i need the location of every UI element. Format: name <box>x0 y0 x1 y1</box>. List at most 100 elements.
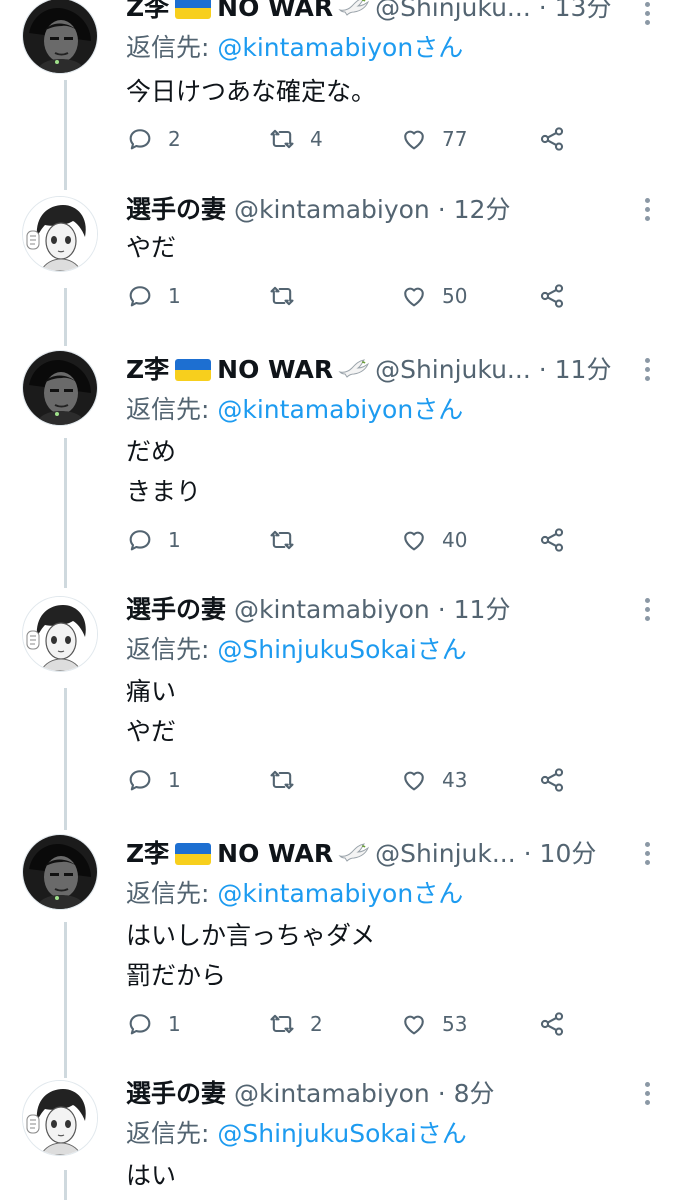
reply-to-link[interactable]: @ShinjukuSokaiさん <box>217 1119 466 1148</box>
reply-button[interactable]: 2 <box>126 122 181 156</box>
avatar[interactable] <box>22 1080 98 1156</box>
tweet-header: 選手の妻 @kintamabiyon · 12分 <box>126 190 619 230</box>
display-name[interactable]: Z李 <box>126 839 169 868</box>
reply-count: 1 <box>168 1012 181 1036</box>
tweet-text: 痛い やだ <box>126 677 177 746</box>
share-icon <box>538 282 566 310</box>
share-button[interactable] <box>538 1007 580 1041</box>
timestamp[interactable]: · 10分 <box>524 839 597 868</box>
timestamp[interactable]: · 11分 <box>539 355 612 384</box>
reply-icon <box>126 125 154 153</box>
like-button[interactable]: 43 <box>400 763 467 797</box>
display-name[interactable]: 選手の妻 <box>126 195 226 224</box>
reply-button[interactable]: 1 <box>126 523 181 557</box>
avatar[interactable] <box>22 0 98 74</box>
retweet-button[interactable] <box>268 279 310 313</box>
share-button[interactable] <box>538 763 580 797</box>
retweet-button[interactable] <box>268 523 310 557</box>
more-vertical-icon[interactable] <box>645 842 651 868</box>
thread-line <box>64 688 67 830</box>
reply-icon <box>126 1010 154 1038</box>
handle[interactable]: @Shinjuku... <box>375 355 531 384</box>
reply-to: 返信先: @ShinjukuSokaiさん <box>126 1114 467 1154</box>
reply-to-link[interactable]: @kintamabiyonさん <box>217 33 463 62</box>
ukraine-flag-icon <box>175 0 212 19</box>
tweet-actions: 2 4 77 <box>126 122 586 156</box>
more-vertical-icon[interactable] <box>645 198 651 224</box>
handle[interactable]: @Shinjuku... <box>375 0 531 22</box>
reply-count: 1 <box>168 768 181 792</box>
like-count: 40 <box>442 528 468 552</box>
thread-line <box>64 438 67 588</box>
timestamp[interactable]: · 11分 <box>438 595 511 624</box>
tweet-header: Z李 NO WAR @Shinjuku... · 11分 <box>126 350 619 390</box>
reply-button[interactable]: 1 <box>126 763 181 797</box>
more-vertical-icon[interactable] <box>645 358 651 384</box>
ukraine-flag-icon <box>175 843 212 865</box>
share-button[interactable] <box>538 122 580 156</box>
heart-icon <box>400 526 428 554</box>
handle[interactable]: @kintamabiyon <box>234 195 430 224</box>
tweet-text: はい <box>126 1161 177 1190</box>
thread-line <box>64 80 67 190</box>
timestamp[interactable]: · 13分 <box>539 0 612 22</box>
display-name[interactable]: Z李 <box>126 0 169 22</box>
reply-count: 1 <box>168 284 181 308</box>
avatar[interactable] <box>22 196 98 272</box>
dove-icon <box>337 356 371 382</box>
tweet-text: やだ <box>126 233 177 262</box>
retweet-icon <box>268 1010 296 1038</box>
avatar[interactable] <box>22 834 98 910</box>
reply-to-link[interactable]: @ShinjukuSokaiさん <box>217 635 466 664</box>
timestamp[interactable]: · 8分 <box>438 1079 495 1108</box>
display-name[interactable]: 選手の妻 <box>126 1079 226 1108</box>
retweet-button[interactable]: 4 <box>268 122 323 156</box>
share-button[interactable] <box>538 523 580 557</box>
reply-to-label: 返信先: <box>126 33 218 62</box>
avatar[interactable] <box>22 596 98 672</box>
retweet-button[interactable] <box>268 763 310 797</box>
more-vertical-icon[interactable] <box>645 1082 651 1108</box>
tweet-actions: 1 50 <box>126 279 586 313</box>
handle[interactable]: @kintamabiyon <box>234 595 430 624</box>
heart-icon <box>400 766 428 794</box>
reply-to-label: 返信先: <box>126 635 218 664</box>
like-button[interactable]: 77 <box>400 122 467 156</box>
reply-button[interactable]: 1 <box>126 279 181 313</box>
retweet-count: 4 <box>310 127 323 151</box>
share-icon <box>538 766 566 794</box>
reply-icon <box>126 766 154 794</box>
like-count: 77 <box>442 127 468 151</box>
reply-button[interactable]: 1 <box>126 1007 181 1041</box>
name-badge: NO WAR <box>217 839 334 868</box>
retweet-button[interactable]: 2 <box>268 1007 323 1041</box>
display-name[interactable]: 選手の妻 <box>126 595 226 624</box>
handle[interactable]: @Shinjuk... <box>375 839 516 868</box>
tweet-text: はいしか言っちゃダメ 罰だから <box>126 921 376 990</box>
avatar[interactable] <box>22 350 98 426</box>
like-button[interactable]: 40 <box>400 523 467 557</box>
share-button[interactable] <box>538 279 580 313</box>
share-icon <box>538 1010 566 1038</box>
handle[interactable]: @kintamabiyon <box>234 1079 430 1108</box>
retweet-icon <box>268 526 296 554</box>
like-button[interactable]: 53 <box>400 1007 467 1041</box>
like-button[interactable]: 50 <box>400 279 467 313</box>
thread-line <box>64 922 67 1078</box>
reply-to-link[interactable]: @kintamabiyonさん <box>217 879 463 908</box>
heart-icon <box>400 1010 428 1038</box>
retweet-icon <box>268 125 296 153</box>
display-name[interactable]: Z李 <box>126 355 169 384</box>
more-vertical-icon[interactable] <box>645 2 651 28</box>
tweet-actions: 1 40 <box>126 523 586 557</box>
name-badge: NO WAR <box>217 355 334 384</box>
reply-count: 1 <box>168 528 181 552</box>
reply-to: 返信先: @kintamabiyonさん <box>126 874 463 914</box>
reply-to-link[interactable]: @kintamabiyonさん <box>217 395 463 424</box>
tweet-text: だめ きまり <box>126 437 202 506</box>
dove-icon <box>337 840 371 866</box>
more-vertical-icon[interactable] <box>645 598 651 624</box>
timestamp[interactable]: · 12分 <box>438 195 511 224</box>
retweet-icon <box>268 766 296 794</box>
tweet-actions: 1 2 53 <box>126 1007 586 1041</box>
